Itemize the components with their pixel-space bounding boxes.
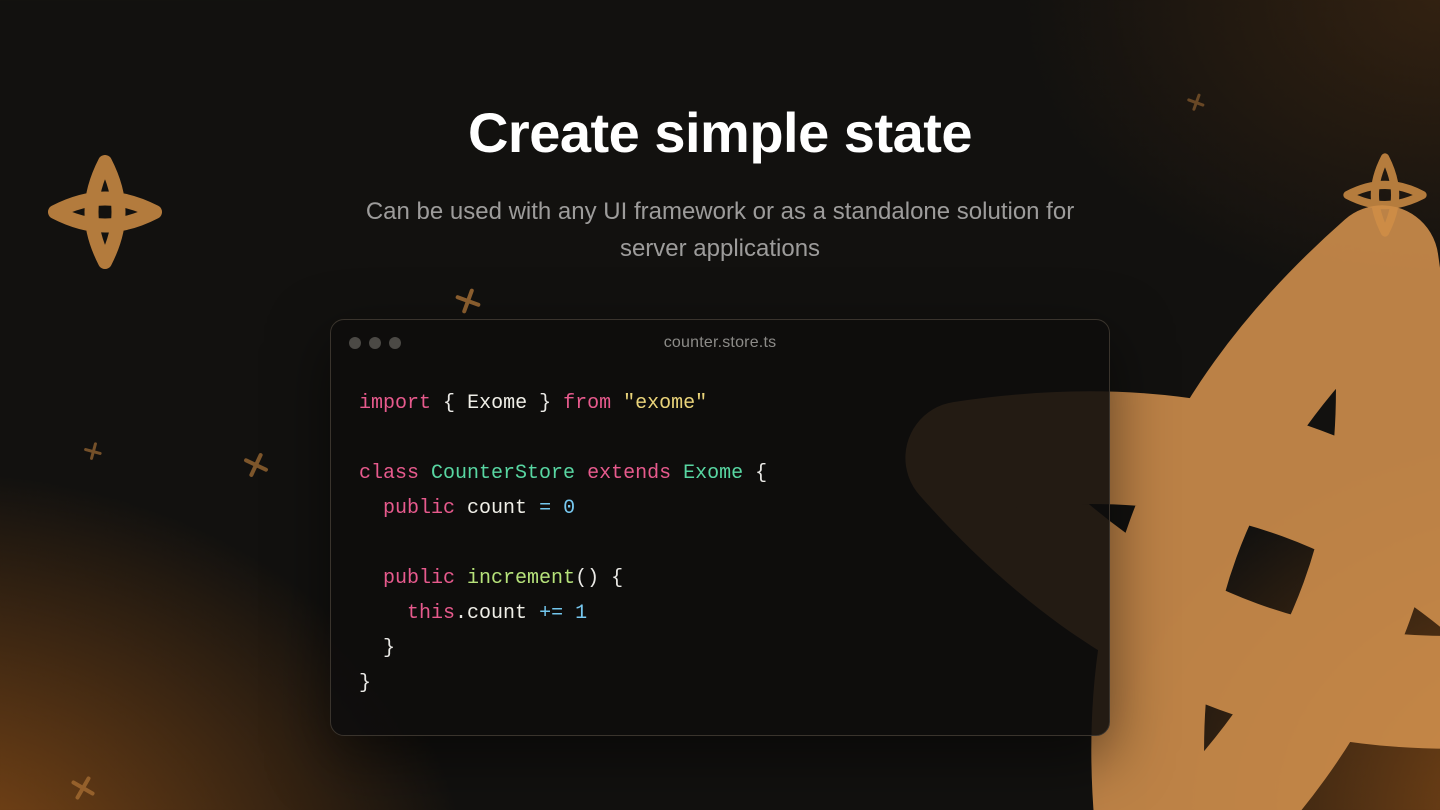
code-token: } [359,672,371,695]
code-token: 0 [563,497,575,520]
code-token: count [467,602,527,625]
code-token: Exome [683,462,743,485]
window-titlebar: counter.store.ts [331,320,1109,366]
code-token: { [443,392,455,415]
code-token: this [407,602,455,625]
code-token: } [539,392,551,415]
code-window: counter.store.ts import { Exome } from "… [330,319,1110,736]
page-title: Create simple state [468,100,972,165]
code-token: 1 [575,602,587,625]
code-token: . [455,602,467,625]
code-token: += [539,602,563,625]
code-token: } [383,637,395,660]
code-token: public [383,567,455,590]
filename-label: counter.store.ts [331,334,1109,352]
code-token: increment [467,567,575,590]
code-token: class [359,462,419,485]
code-token: "exome" [623,392,707,415]
code-token: = [539,497,551,520]
code-token: ( [575,567,587,590]
code-token: extends [587,462,671,485]
code-token: { [755,462,767,485]
code-token: public [383,497,455,520]
code-token: CounterStore [431,462,575,485]
code-token: Exome [467,392,527,415]
code-block: import { Exome } from "exome" class Coun… [331,366,1109,735]
code-token: from [563,392,611,415]
code-token: import [359,392,431,415]
page-subtitle: Can be used with any UI framework or as … [330,193,1110,267]
code-token: { [611,567,623,590]
code-token: ) [587,567,599,590]
code-token: count [467,497,527,520]
sparkle-icon [65,770,101,806]
